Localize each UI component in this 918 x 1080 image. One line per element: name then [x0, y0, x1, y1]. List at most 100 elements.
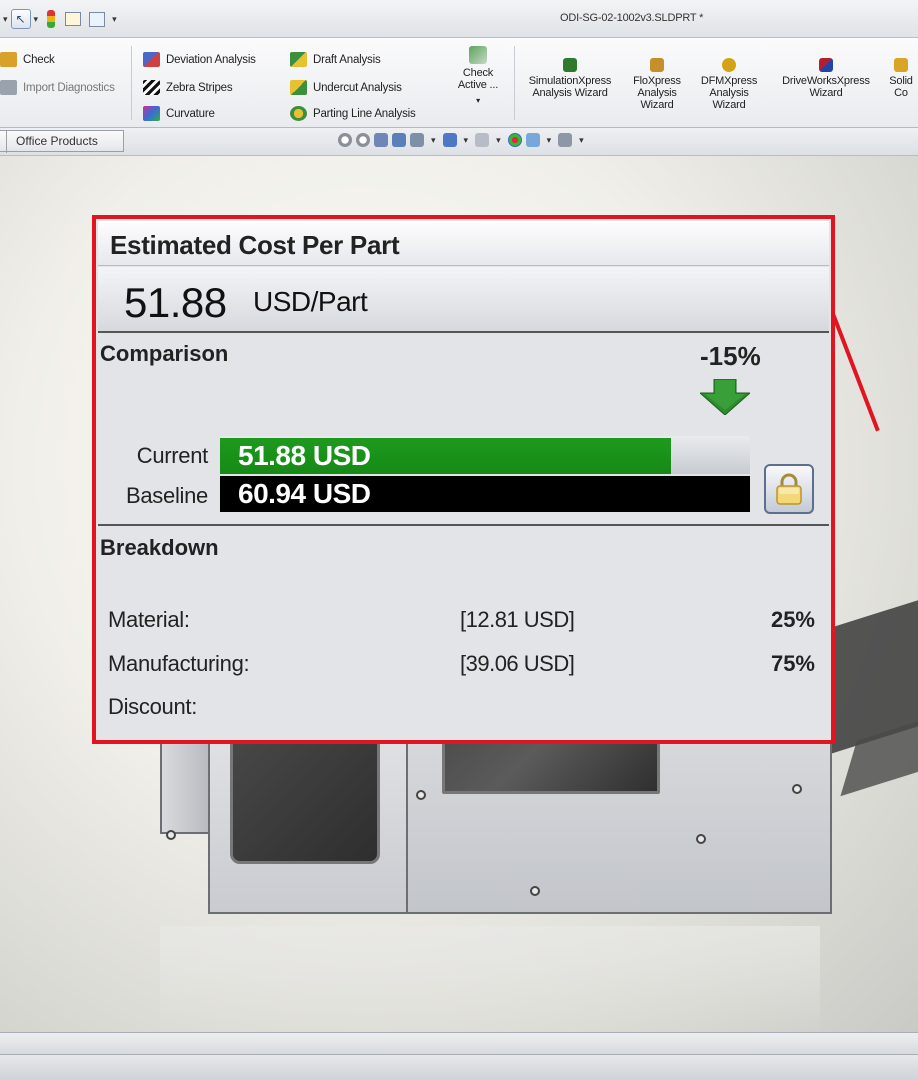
breakdown-manufacturing-percent: 75%	[770, 651, 815, 676]
simulationxpress-icon	[563, 58, 577, 72]
cost-per-part-unit: USD/Part	[253, 286, 368, 317]
document-title: ODI-SG-02-1002v3.SLDPRT *	[560, 12, 704, 24]
chevron-down-icon[interactable]: ▾	[431, 135, 436, 146]
undercut-analysis-icon	[290, 80, 307, 95]
solidworks-costing-label: Solid Co	[889, 75, 913, 99]
zoom-to-fit-icon[interactable]	[338, 133, 352, 147]
simulationxpress-button[interactable]: SimulationXpress Analysis Wizard	[520, 58, 620, 99]
title-bar: ▾ ↖ ▾ ▾ ODI-SG-02-1002v3.SLDPRT *	[0, 0, 918, 38]
parting-line-analysis-button[interactable]: Parting Line Analysis	[290, 106, 416, 121]
previous-view-icon[interactable]	[374, 133, 388, 147]
check-active-label: Check Active ...	[457, 67, 499, 91]
current-cost-bar: 51.88 USD	[220, 438, 671, 474]
ribbon-evaluate: Check Import Diagnostics Deviation Analy…	[0, 38, 918, 128]
zoom-to-area-icon[interactable]	[356, 133, 370, 147]
chevron-down-icon[interactable]: ▾	[476, 95, 480, 107]
deviation-analysis-icon	[143, 52, 160, 67]
change-percent: -15%	[700, 341, 761, 371]
zebra-stripes-button[interactable]: Zebra Stripes	[143, 80, 233, 95]
traffic-light-icon[interactable]	[47, 10, 56, 28]
part-hole	[792, 784, 802, 794]
baseline-label: Baseline	[126, 483, 208, 508]
lock-icon	[776, 473, 802, 505]
edit-appearance-icon[interactable]	[507, 133, 522, 147]
status-bar	[0, 1054, 918, 1080]
breakdown-material-amount: [12.81 USD]	[460, 607, 575, 632]
chevron-down-icon[interactable]: ▾	[464, 135, 469, 146]
quick-access-toolbar: ▾ ↖ ▾ ▾	[0, 8, 120, 30]
import-diagnostics-icon	[0, 80, 17, 95]
chevron-down-icon[interactable]: ▾	[34, 14, 39, 25]
down-arrow-icon	[700, 379, 750, 415]
chevron-down-icon[interactable]: ▾	[112, 14, 117, 25]
tab-divider	[6, 131, 7, 153]
deviation-analysis-label: Deviation Analysis	[166, 53, 256, 66]
zebra-stripes-icon	[143, 80, 160, 95]
lock-baseline-button[interactable]	[764, 464, 814, 514]
view-settings-icon[interactable]	[558, 133, 573, 147]
driveworksxpress-icon	[819, 58, 833, 72]
view-orientation-icon[interactable]	[410, 133, 424, 147]
ribbon-separator	[131, 46, 132, 120]
import-diagnostics-button[interactable]: Import Diagnostics	[0, 80, 115, 95]
baseline-cost-bar: 60.94 USD	[220, 476, 750, 512]
parting-line-analysis-label: Parting Line Analysis	[313, 107, 416, 120]
check-active-icon	[469, 46, 487, 64]
curvature-icon	[143, 106, 160, 121]
parting-line-analysis-icon	[290, 106, 307, 121]
apply-scene-icon[interactable]	[525, 133, 540, 147]
section-divider	[98, 524, 829, 526]
cost-panel-header: Estimated Cost Per Part	[98, 221, 829, 266]
select-pointer-icon[interactable]: ↖	[10, 9, 31, 29]
part-hole	[166, 830, 176, 840]
curvature-button[interactable]: Curvature	[143, 106, 215, 121]
cost-panel: Estimated Cost Per Part 51.88 USD/Part C…	[92, 215, 835, 744]
import-diagnostics-label: Import Diagnostics	[23, 81, 115, 94]
tab-office-products[interactable]: Office Products	[0, 130, 124, 153]
cost-per-part-value: 51.88	[124, 279, 227, 326]
current-label: Current	[136, 443, 209, 468]
model-tabs-bar[interactable]	[0, 1032, 918, 1054]
check-active-button[interactable]: Check Active ... ▾	[448, 46, 508, 107]
undercut-analysis-label: Undercut Analysis	[313, 81, 402, 94]
part-hole	[696, 834, 706, 844]
baseline-cost-value: 60.94 USD	[238, 478, 371, 509]
options-icon[interactable]	[65, 12, 82, 26]
display-style-icon[interactable]	[442, 133, 457, 147]
chevron-down-icon[interactable]: ▾	[579, 135, 584, 146]
curvature-label: Curvature	[166, 107, 215, 120]
command-tab-strip: Office Products ▾ ▾ ▾ ▾ ▾	[0, 128, 918, 156]
breakdown-material-percent: 25%	[770, 607, 815, 632]
tab-label: Office Products	[16, 134, 98, 148]
section-view-icon[interactable]	[392, 133, 406, 147]
draft-analysis-label: Draft Analysis	[313, 53, 381, 66]
ribbon-separator	[514, 46, 515, 120]
part-hole	[416, 790, 426, 800]
breakdown-manufacturing-label: Manufacturing:	[108, 651, 250, 676]
undercut-analysis-button[interactable]: Undercut Analysis	[290, 80, 402, 95]
check-label: Check	[23, 53, 55, 66]
chevron-down-icon[interactable]: ▾	[496, 135, 501, 146]
draft-analysis-button[interactable]: Draft Analysis	[290, 52, 381, 67]
breakdown-material-label: Material:	[108, 607, 190, 632]
breakdown-discount-label: Discount:	[108, 694, 198, 719]
solidworks-icon	[894, 58, 908, 72]
floxpress-icon	[650, 58, 664, 72]
floxpress-button[interactable]: FloXpress Analysis Wizard	[628, 58, 686, 111]
check-button[interactable]: Check	[0, 52, 55, 67]
cost-per-part-display: 51.88 USD/Part	[98, 267, 829, 333]
zebra-stripes-label: Zebra Stripes	[166, 81, 233, 94]
dfmxpress-icon	[722, 58, 736, 72]
floxpress-label: FloXpress Analysis Wizard	[633, 75, 681, 111]
breakdown-heading: Breakdown	[100, 535, 219, 560]
chevron-down-icon[interactable]: ▾	[547, 135, 552, 146]
driveworksxpress-button[interactable]: DriveWorksXpress Wizard	[768, 58, 884, 99]
solidworks-costing-button[interactable]: Solid Co	[884, 58, 918, 99]
dfmxpress-button[interactable]: DFMXpress Analysis Wizard	[694, 58, 764, 111]
chevron-down-icon[interactable]: ▾	[3, 14, 8, 25]
deviation-analysis-button[interactable]: Deviation Analysis	[143, 52, 256, 67]
part-hole	[530, 886, 540, 896]
hide-show-items-icon[interactable]	[475, 133, 490, 147]
file-properties-icon[interactable]	[89, 11, 106, 27]
cost-panel-title: Estimated Cost Per Part	[110, 230, 400, 260]
